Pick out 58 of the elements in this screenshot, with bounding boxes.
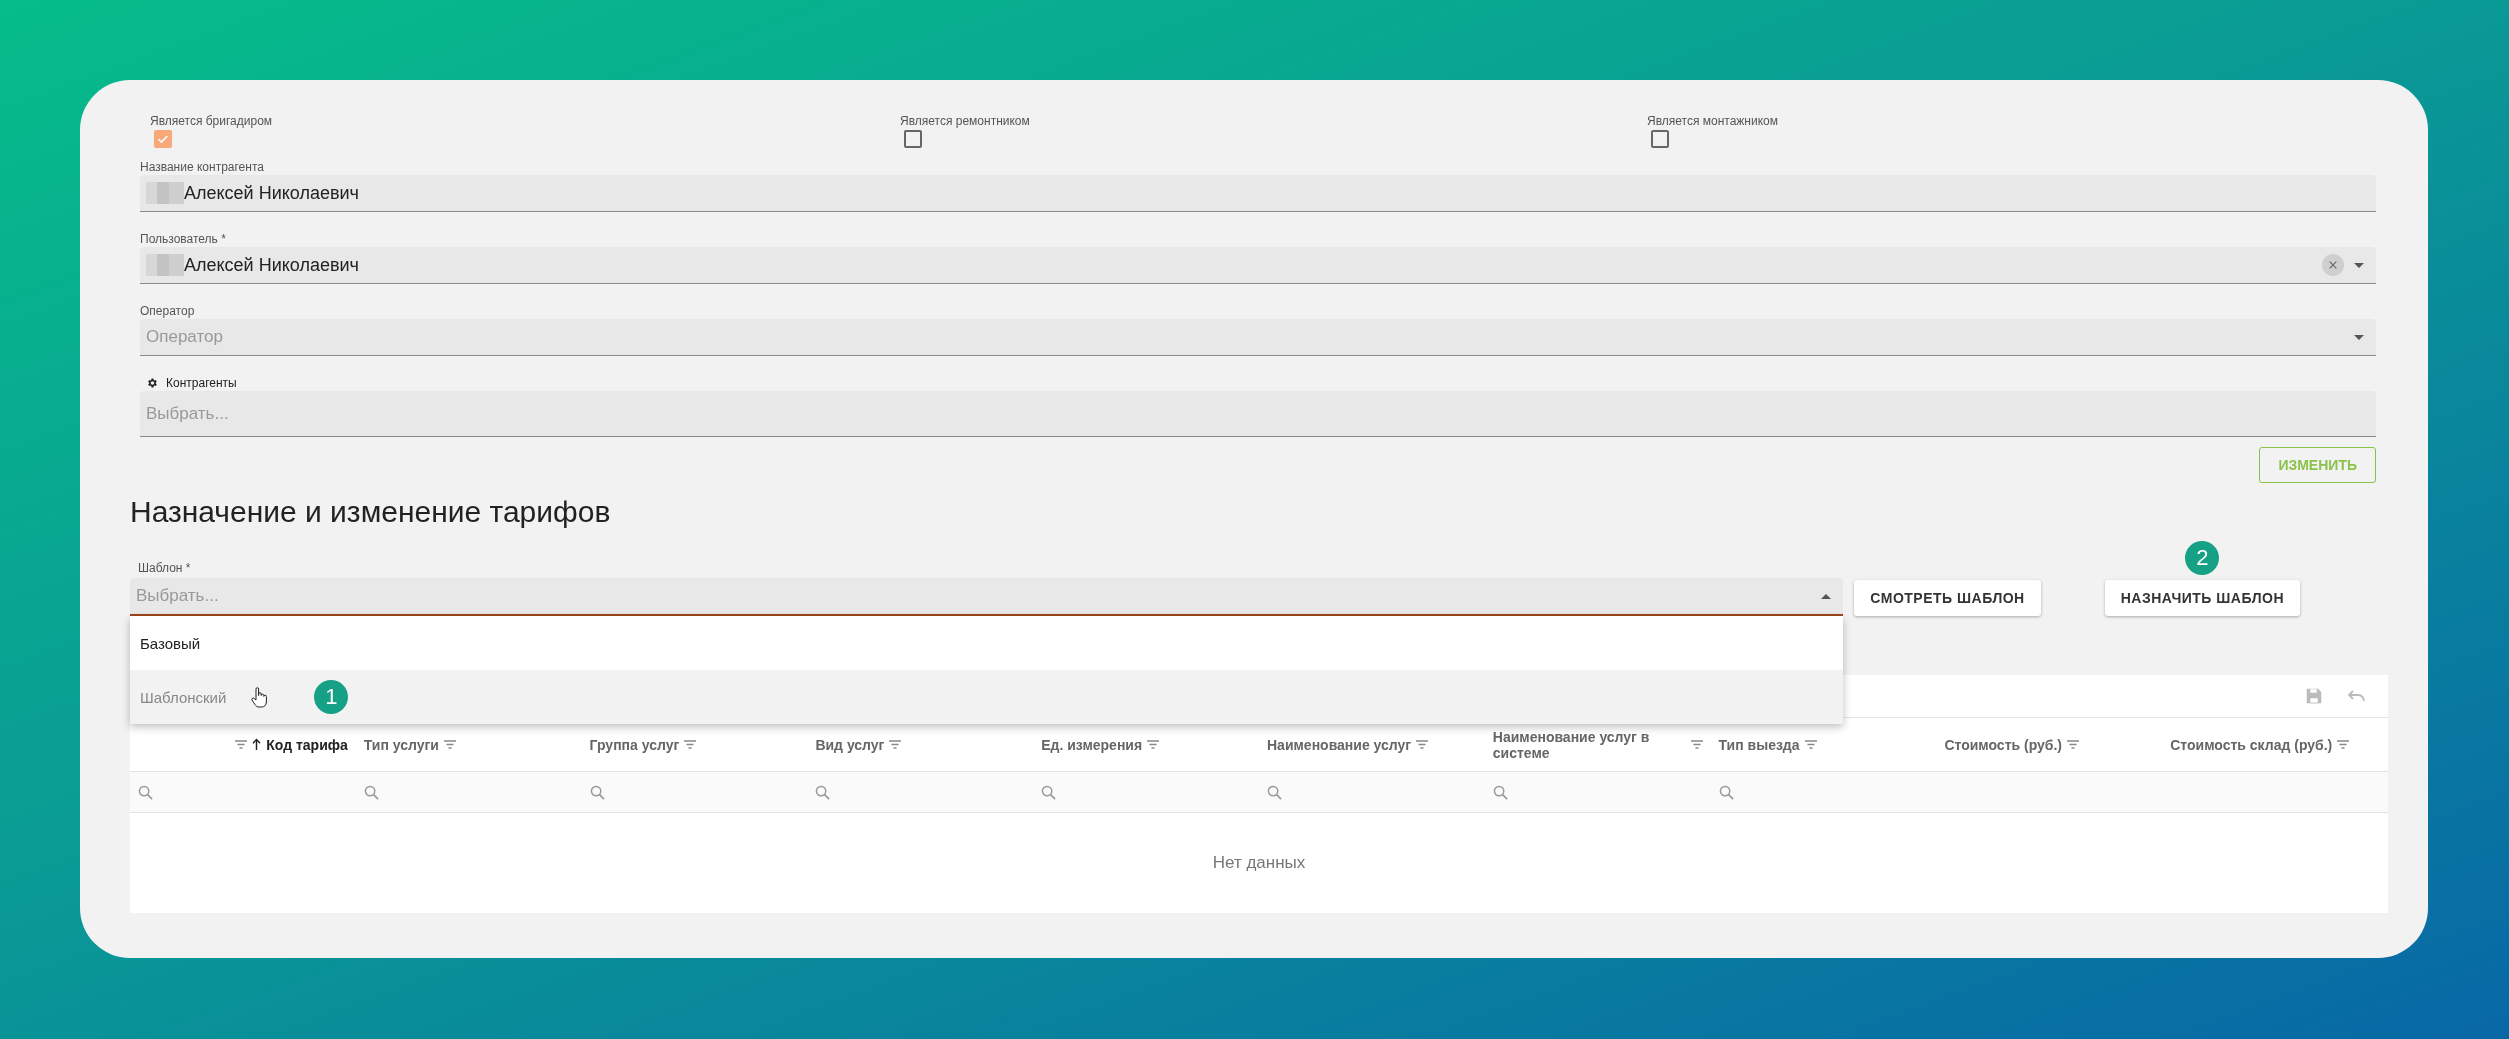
dropdown-option[interactable]: Шаблонский 1 [130,670,1844,724]
filter-icon[interactable] [1416,740,1429,749]
gear-icon [146,377,158,389]
section-title: Назначение и изменение тарифов [130,495,612,529]
column-header[interactable]: Ед. измерения [1041,736,1143,753]
save-icon[interactable] [2306,688,2322,704]
search-icon[interactable] [589,784,605,800]
caret-up-icon[interactable] [1821,593,1832,599]
column-header[interactable]: Наименование услуг в системе [1492,728,1686,761]
column-header[interactable]: Вид услуг [815,736,885,753]
assign-template-button[interactable]: НАЗНАЧИТЬ ШАБЛОН [2104,580,2300,616]
search-icon[interactable] [138,784,153,800]
field-label: Название контрагента [140,160,265,174]
search-icon[interactable] [363,784,379,800]
search-icon[interactable] [1492,784,1508,800]
filter-icon[interactable] [889,740,902,749]
filter-icon[interactable] [2067,740,2080,749]
filter-icon[interactable] [1147,740,1160,749]
step-marker: 1 [314,680,349,714]
column-header[interactable]: Тип выезда [1718,736,1800,753]
field-label: Шаблон * [137,561,192,575]
filter-icon[interactable] [2337,740,2350,749]
field-label: Оператор [140,304,196,318]
search-icon[interactable] [1718,784,1734,800]
filter-icon[interactable] [1690,740,1703,749]
hand-cursor-icon [250,686,269,708]
column-header[interactable]: Тип услуги [363,736,439,753]
select-field[interactable]: Алексей Николаевич [140,247,2376,284]
search-icon[interactable] [1041,784,1057,800]
empty-message: Нет данных [1212,853,1306,873]
checkbox[interactable] [154,130,172,148]
search-icon[interactable] [815,784,831,800]
column-header[interactable]: Наименование услуг [1267,736,1412,753]
filter-icon[interactable] [1804,740,1817,749]
caret-down-icon[interactable] [2354,262,2364,268]
view-template-button[interactable]: СМОТРЕТЬ ШАБЛОН [1854,580,2041,616]
dropdown-option[interactable]: Базовый [130,616,1844,670]
column-header[interactable]: Код тарифа [266,736,348,753]
clear-icon[interactable] [2322,254,2344,276]
field-label: Контрагенты [166,376,237,390]
undo-icon[interactable] [2348,690,2366,702]
filter-icon[interactable] [443,740,456,749]
column-header[interactable]: Стоимость склад (руб.) [2170,736,2333,753]
column-header[interactable]: Группа услуг [589,736,680,753]
checkbox-label: Является монтажником [1647,114,1778,128]
checkbox-label: Является бригадиром [150,114,273,128]
checkbox-label: Является ремонтником [900,114,1030,128]
step-marker: 2 [2185,541,2220,575]
checkbox[interactable] [904,130,922,148]
input-field[interactable]: Алексей Николаевич [140,175,2376,212]
field-label: Пользователь * [140,232,227,246]
search-icon[interactable] [1267,784,1282,800]
filter-icon[interactable] [235,740,248,749]
sort-up-icon[interactable] [252,738,262,751]
checkbox[interactable] [1651,130,1669,148]
caret-down-icon[interactable] [2354,334,2364,340]
filter-icon[interactable] [684,740,697,749]
column-header[interactable]: Стоимость (руб.) [1944,736,2063,753]
